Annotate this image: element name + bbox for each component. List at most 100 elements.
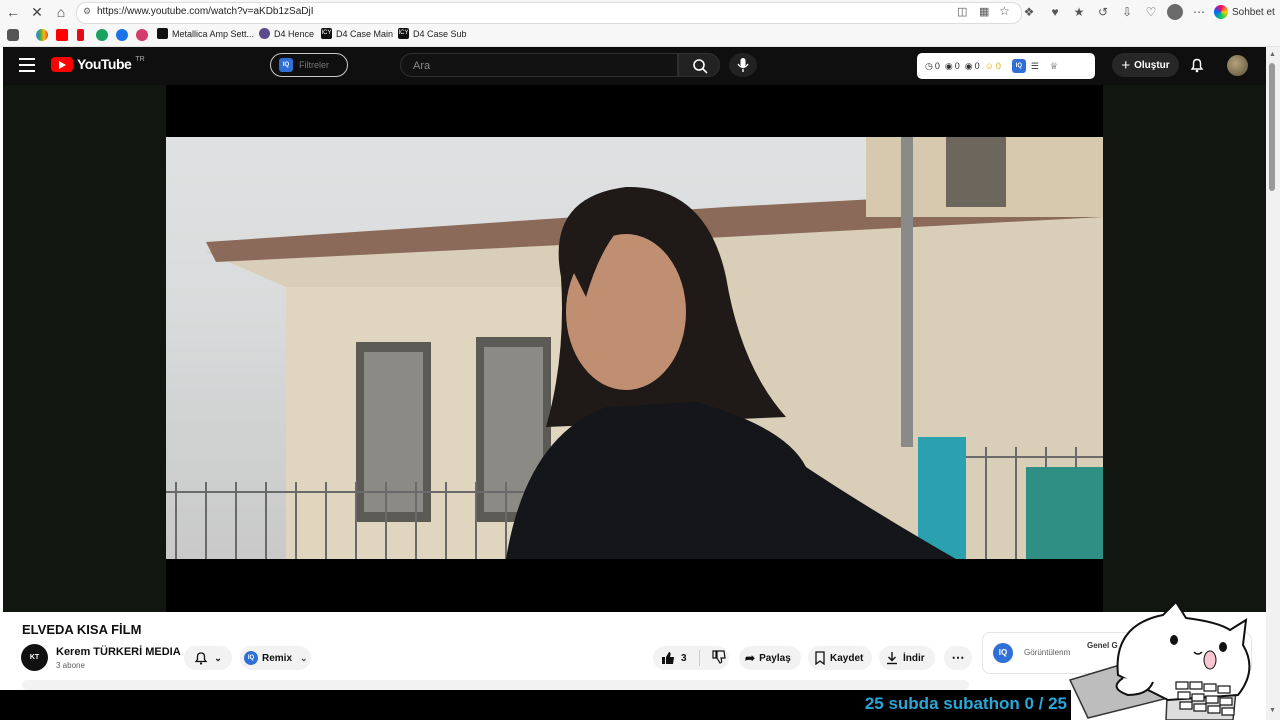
- list-icon[interactable]: ☰: [1031, 61, 1039, 72]
- bookmark-pink-icon[interactable]: [136, 29, 148, 41]
- bookmark-blue-icon[interactable]: [116, 29, 128, 41]
- video-frame: [166, 137, 1103, 559]
- channel-name[interactable]: Kerem TÜRKERİ MEDIA: [56, 646, 181, 658]
- reader-icon[interactable]: ◫: [957, 5, 967, 18]
- copilot-icon: [1214, 5, 1228, 19]
- history-icon[interactable]: ↺: [1095, 4, 1111, 20]
- bookmark-metallica[interactable]: Metallica Amp Sett...: [157, 28, 254, 39]
- plus-icon: +: [1121, 56, 1131, 74]
- apps-icon[interactable]: ▦: [979, 5, 989, 18]
- youtube-bookmark-icon[interactable]: [56, 29, 68, 41]
- save-button[interactable]: Kaydet: [808, 646, 872, 670]
- more-icon[interactable]: ⋯: [1191, 4, 1207, 20]
- download-button[interactable]: İndir: [879, 646, 935, 670]
- browser-toolbar: ← ✕ ⌂ ⚙ https://www.youtube.com/watch?v=…: [0, 0, 1280, 24]
- create-label: Oluştur: [1134, 59, 1170, 71]
- performance-icon[interactable]: ♥: [1047, 4, 1063, 20]
- account-avatar[interactable]: [1227, 55, 1248, 76]
- chevron-down-icon[interactable]: ⌄: [300, 653, 308, 664]
- video-title: ELVEDA KISA FİLM: [22, 622, 142, 637]
- bell-icon: [1190, 58, 1204, 73]
- address-bar[interactable]: ⚙ https://www.youtube.com/watch?v=aKDb1z…: [76, 2, 1022, 24]
- search-icon: [693, 59, 708, 74]
- extension-stats-panel[interactable]: ◷ 0 ◉ 0 ◉ 0 ☺ 0 IQ ☰ ♕: [917, 53, 1095, 79]
- like-count: 3: [681, 652, 687, 664]
- eye-icon: ◉: [964, 60, 973, 71]
- bookmark-icon: [815, 651, 825, 665]
- video-area[interactable]: [166, 85, 1103, 612]
- chat-label: Sohbet et: [1232, 6, 1275, 18]
- iq-icon[interactable]: IQ: [993, 643, 1013, 663]
- remix-button[interactable]: IQ Remix ⌄: [240, 646, 311, 670]
- save-label: Kaydet: [830, 652, 864, 664]
- dislike-button[interactable]: [711, 649, 726, 667]
- youtube-logo[interactable]: YouTube TR: [51, 56, 145, 72]
- video-player[interactable]: [3, 85, 1266, 612]
- scroll-up-icon[interactable]: ▲: [1269, 51, 1276, 58]
- collections-icon[interactable]: [7, 29, 19, 41]
- bookmark-d4-case-main[interactable]: ICY D4 Case Main: [321, 28, 393, 39]
- bookmark-favicon: [259, 28, 270, 39]
- subscriber-count: 3 abone: [56, 661, 85, 670]
- scroll-thumb[interactable]: [1269, 63, 1275, 191]
- stat-eye-2: ◉ 0: [964, 60, 980, 72]
- bookmark-favicon: ICY: [398, 28, 409, 39]
- search-input[interactable]: [411, 59, 665, 73]
- bookmark-green-icon[interactable]: [96, 29, 108, 41]
- stat-person: ☺ 0: [984, 61, 1001, 71]
- site-info-icon[interactable]: ⚙: [83, 6, 91, 17]
- clock-icon: ◷: [925, 60, 933, 71]
- url-text: https://www.youtube.com/watch?v=aKDb1zSa…: [97, 6, 314, 17]
- download-label: İndir: [903, 652, 925, 664]
- chevron-down-icon: ⌄: [214, 652, 222, 663]
- region-code: TR: [135, 55, 145, 63]
- create-button[interactable]: + Oluştur: [1112, 53, 1179, 77]
- filter-button[interactable]: IQ Filtreler: [270, 53, 348, 77]
- logo-text: YouTube: [77, 56, 132, 72]
- favorites-icon[interactable]: ★: [1071, 4, 1087, 20]
- netflix-icon[interactable]: [77, 29, 84, 41]
- search-button[interactable]: [678, 53, 720, 77]
- bookmark-favicon: [157, 28, 168, 39]
- notifications-button[interactable]: [1189, 57, 1205, 73]
- extensions-icon[interactable]: ❖: [1021, 4, 1037, 20]
- home-icon[interactable]: ⌂: [53, 4, 69, 20]
- thumbs-up-icon: [662, 652, 674, 664]
- heart-pulse-icon[interactable]: ♡: [1143, 4, 1159, 20]
- iq-icon: IQ: [279, 58, 293, 72]
- google-icon[interactable]: [36, 29, 48, 41]
- menu-icon[interactable]: [19, 58, 35, 72]
- download-icon: [887, 652, 897, 665]
- more-actions-button[interactable]: ⋯: [944, 646, 972, 670]
- stat-clock: ◷ 0: [925, 60, 940, 72]
- eye-icon: ◉: [944, 60, 953, 71]
- downloads-icon[interactable]: ⇩: [1119, 4, 1135, 20]
- search-box: [400, 53, 678, 77]
- share-button[interactable]: ➦ Paylaş: [739, 646, 801, 670]
- profile-avatar[interactable]: [1167, 4, 1183, 20]
- channel-avatar[interactable]: KT: [21, 644, 48, 671]
- bookmark-favicon: ICY: [321, 28, 332, 39]
- share-icon: ➦: [745, 651, 756, 665]
- description-box[interactable]: [22, 680, 969, 690]
- voice-search-button[interactable]: [729, 53, 757, 77]
- side-panel-label: Görüntülenm: [1024, 648, 1071, 657]
- video-still: [166, 137, 1103, 559]
- bookmarks-bar: Metallica Amp Sett... D4 Hence ICY D4 Ca…: [0, 24, 1280, 47]
- microphone-icon: [737, 58, 749, 72]
- trophy-icon[interactable]: ♕: [1050, 61, 1058, 72]
- bookmark-d4-hence[interactable]: D4 Hence: [259, 28, 314, 39]
- subscription-notification-button[interactable]: ⌄: [184, 646, 232, 670]
- more-icon: ⋯: [951, 650, 965, 665]
- bookmark-d4-case-sub[interactable]: ICY D4 Case Sub: [398, 28, 467, 39]
- thumbs-down-icon: [711, 649, 726, 664]
- back-icon[interactable]: ←: [5, 4, 21, 20]
- copilot-chat-button[interactable]: Sohbet et: [1214, 3, 1275, 21]
- iq-icon[interactable]: IQ: [1011, 59, 1026, 73]
- bongo-cat-icon: [1068, 600, 1251, 721]
- like-button[interactable]: 3: [661, 651, 687, 665]
- favorite-star-icon[interactable]: ☆: [999, 4, 1010, 18]
- bell-icon: [194, 652, 208, 665]
- loading-stop-icon[interactable]: ✕: [29, 4, 45, 20]
- subathon-banner: 25 subda subathon 0 / 25: [0, 690, 1071, 720]
